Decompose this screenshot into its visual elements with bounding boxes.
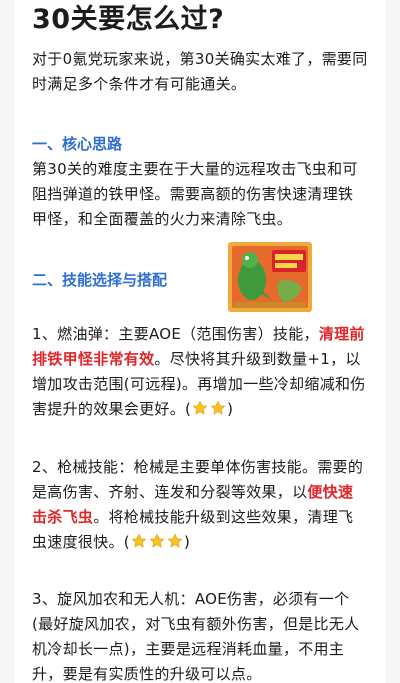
skill-item-2-end: ) bbox=[183, 533, 191, 551]
star-icon bbox=[149, 533, 165, 548]
skill-item-1-end: ) bbox=[227, 400, 234, 418]
skill-item-2: 2、枪械技能：枪械是主要单体伤害技能。需要的是高伤害、齐射、连发和分裂等效果，以… bbox=[32, 455, 368, 555]
star-icon bbox=[192, 400, 208, 415]
star-icon bbox=[167, 533, 183, 548]
section-heading-skills: 二、技能选择与搭配 bbox=[32, 271, 168, 289]
skill-item-1-text: 1、燃油弹：主要AOE（范围伤害）技能， bbox=[32, 325, 319, 343]
section-heading-core: 一、核心思路 bbox=[32, 135, 123, 153]
skill-item-1: 1、燃油弹：主要AOE（范围伤害）技能，清理前排铁甲怪非常有效。尽快将其升级到数… bbox=[32, 322, 368, 422]
skill-item-3: 3、旋风加农和无人机：AOE伤害，必须有一个(最好旋风加农，对飞虫有额外伤害，但… bbox=[32, 590, 360, 683]
section-core-body: 第30关的难度主要在于大量的远程攻击飞虫和可阻挡弹道的铁甲怪。需要高额的伤害快速… bbox=[32, 160, 358, 228]
star-icon bbox=[131, 533, 147, 548]
toy-sticker-image bbox=[228, 242, 312, 312]
article-card: 30关要怎么过? 对于0氪党玩家来说，第30关确实太难了，需要同时满足多个条件才… bbox=[14, 0, 386, 683]
intro-paragraph: 对于0氪党玩家来说，第30关确实太难了，需要同时满足多个条件才有可能通关。 bbox=[32, 50, 368, 93]
page-title: 30关要怎么过? bbox=[32, 4, 225, 35]
star-icon bbox=[210, 400, 226, 415]
